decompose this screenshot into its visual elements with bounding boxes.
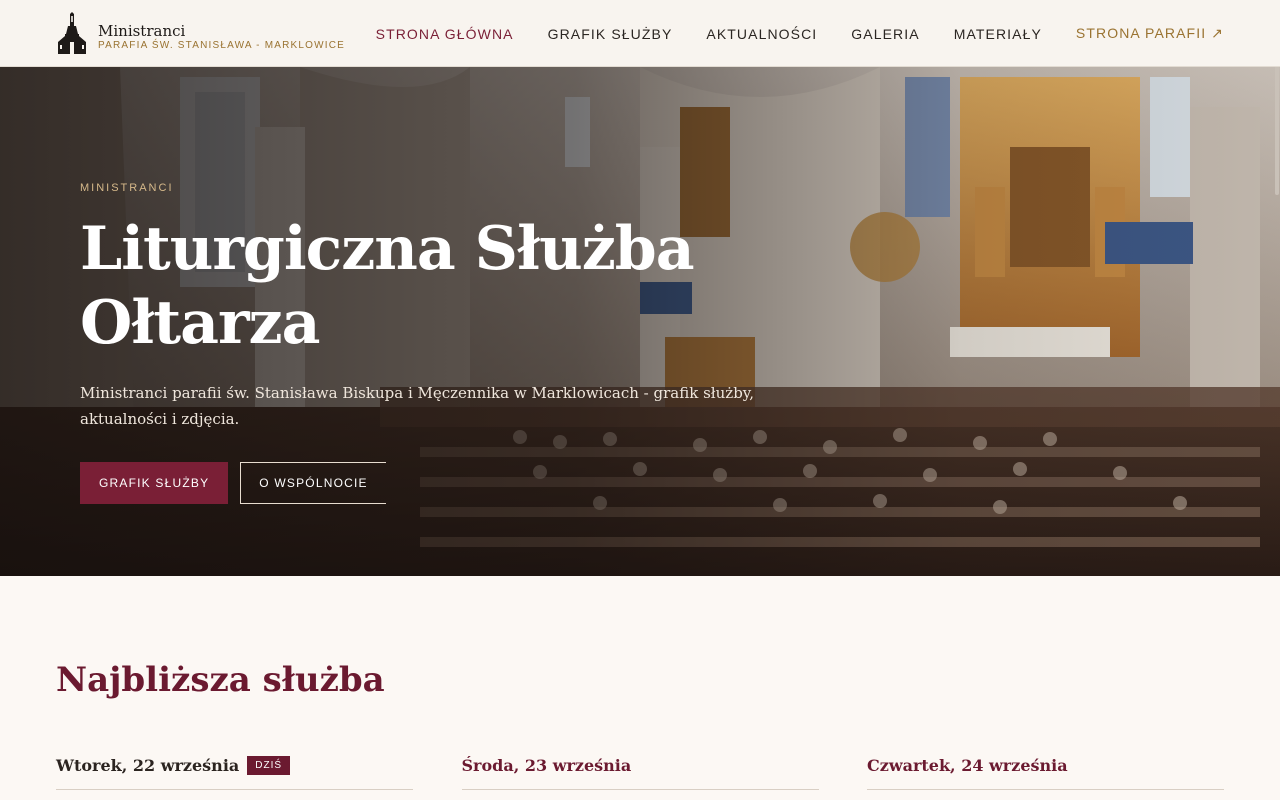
brand-subtitle: PARAFIA ŚW. STANISŁAWA - MARKLOWICE	[98, 40, 346, 51]
brand-title: Ministranci	[98, 22, 186, 40]
day-column: Wtorek, 22 września DZIŚ	[56, 752, 413, 790]
day-column: Środa, 23 września	[461, 752, 819, 790]
day-label: Wtorek, 22 września	[56, 756, 240, 775]
schedule-days: Wtorek, 22 września DZIŚ Środa, 23 wrześ…	[56, 752, 1224, 790]
schedule-button[interactable]: GRAFIK SŁUŻBY	[80, 462, 229, 504]
hero-title-line2: Ołtarza	[80, 288, 321, 358]
church-icon	[58, 12, 86, 54]
hero-title-line1: Liturgiczna Służba	[80, 214, 695, 284]
about-community-button[interactable]: O WSPÓLNOCIE	[240, 462, 386, 504]
day-label: Czwartek, 24 września	[867, 756, 1068, 775]
hero-actions: GRAFIK SŁUŻBY O WSPÓLNOCIE	[80, 462, 800, 504]
hero-eyebrow: MINISTRANCI	[80, 182, 174, 194]
today-badge: DZIŚ	[247, 756, 291, 775]
nav-schedule[interactable]: GRAFIK SŁUŻBY	[548, 26, 673, 42]
hero-content: MINISTRANCI Liturgiczna Służba Ołtarza M…	[80, 182, 800, 504]
hero-title: Liturgiczna Służba Ołtarza	[80, 212, 800, 360]
nav-materials[interactable]: MATERIAŁY	[954, 26, 1042, 42]
day-label: Środa, 23 września	[461, 756, 632, 775]
day-column: Czwartek, 24 września	[867, 752, 1224, 790]
nav-home[interactable]: STRONA GŁÓWNA	[376, 26, 514, 42]
site-header: Ministranci PARAFIA ŚW. STANISŁAWA - MAR…	[0, 0, 1280, 67]
upcoming-service-title: Najbliższa służba	[56, 660, 385, 700]
main-nav: STRONA GŁÓWNA GRAFIK SŁUŻBY AKTUALNOŚCI …	[342, 0, 1224, 67]
nav-news[interactable]: AKTUALNOŚCI	[706, 26, 817, 42]
brand-link[interactable]: Ministranci PARAFIA ŚW. STANISŁAWA - MAR…	[56, 12, 345, 56]
page-scrollbar[interactable]	[1274, 0, 1280, 800]
hero-description: Ministranci parafii św. Stanisława Bisku…	[80, 384, 755, 428]
nav-parish-site[interactable]: STRONA PARAFII ↗	[1076, 25, 1224, 42]
hero-section: MINISTRANCI Liturgiczna Służba Ołtarza M…	[0, 67, 1280, 576]
nav-gallery[interactable]: GALERIA	[851, 26, 919, 42]
